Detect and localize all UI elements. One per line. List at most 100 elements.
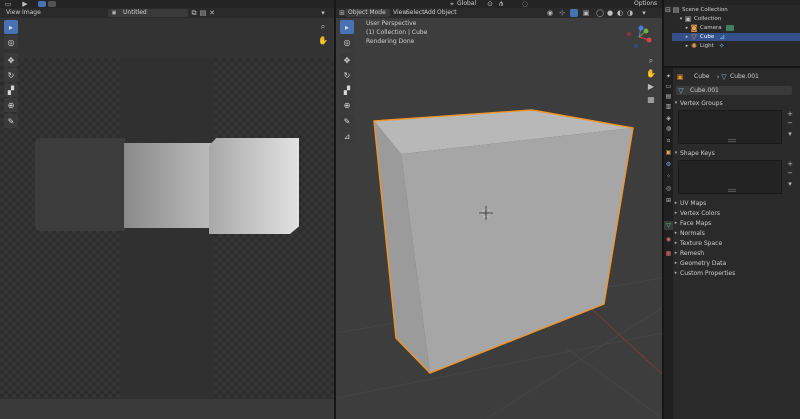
- vp-rotate-tool[interactable]: ↻: [340, 68, 354, 82]
- outliner-filter-icon[interactable]: ⊟: [664, 6, 672, 14]
- outliner-row-scene-collection[interactable]: ▤ Scene Collection: [672, 6, 800, 14]
- outliner-row-camera[interactable]: ▸ ◙ Camera: [672, 24, 800, 32]
- outliner-label: Cube: [700, 34, 715, 40]
- shading-material-icon[interactable]: ◐: [616, 9, 624, 17]
- outliner-row-collection[interactable]: ▾ ▣ Collection: [672, 15, 800, 23]
- panel-geometry-data[interactable]: ▸ Geometry Data: [672, 258, 796, 268]
- overlay-render-status: Rendering Done: [366, 38, 415, 45]
- viewport-menu-add[interactable]: Add: [424, 9, 436, 17]
- panel-remesh[interactable]: ▸ Remesh: [672, 248, 796, 258]
- vp-pan-icon[interactable]: ✋: [646, 68, 656, 78]
- shape-key-specials-icon[interactable]: ▾: [785, 180, 795, 188]
- vp-move-tool[interactable]: ✥: [340, 53, 354, 67]
- gizmo-icon[interactable]: ⊹: [558, 9, 566, 17]
- panel-normals[interactable]: ▸ Normals: [672, 228, 796, 238]
- editor-type-icon[interactable]: ▭: [3, 0, 13, 8]
- datablock-name: Cube.001: [690, 87, 719, 94]
- options-button[interactable]: Options: [634, 0, 657, 8]
- folder-icon[interactable]: ▤: [199, 9, 207, 17]
- overlay-perspective: User Perspective: [366, 20, 417, 27]
- pan-hand-icon[interactable]: ✋: [318, 35, 328, 45]
- proportional-edit-icon[interactable]: ◌: [521, 0, 529, 8]
- mode-button-2[interactable]: [48, 1, 56, 7]
- panel-uv-maps[interactable]: ▸ UV Maps: [672, 198, 796, 208]
- cursor-tool[interactable]: ◎: [4, 35, 18, 49]
- modifier-tab-icon[interactable]: ⚙: [664, 160, 673, 169]
- pin-icon[interactable]: ✕: [208, 9, 216, 17]
- panel-texture-space[interactable]: ▸ Texture Space: [672, 238, 796, 248]
- shading-wireframe-icon[interactable]: ◯: [596, 9, 604, 17]
- panel-vertex-colors[interactable]: ▸ Vertex Colors: [672, 208, 796, 218]
- rotate-tool[interactable]: ↻: [4, 68, 18, 82]
- vp-camera-view-icon[interactable]: ▶: [646, 81, 656, 91]
- play-icon[interactable]: ▶: [20, 0, 30, 8]
- snap-icon[interactable]: ⋔: [497, 0, 505, 8]
- image-editor-bottom-bar: [0, 399, 334, 419]
- zoom-icon[interactable]: ⌕: [318, 22, 328, 32]
- panel-expand-icon: ▸: [674, 220, 678, 226]
- annotate-tool[interactable]: ✎: [4, 114, 18, 128]
- world-tab-icon[interactable]: ◍: [664, 124, 673, 133]
- transform-orientation[interactable]: Global: [457, 0, 476, 8]
- tool-tab-icon[interactable]: ✦: [664, 72, 673, 81]
- viewport-scene: [336, 109, 662, 419]
- panel-collapse-icon: ▾: [674, 100, 678, 106]
- mode-button[interactable]: [38, 1, 46, 7]
- cube-front-face: [401, 128, 633, 373]
- viewport-menu-object[interactable]: Object: [437, 9, 457, 17]
- physics-tab-icon[interactable]: ◎: [664, 184, 673, 193]
- vp-measure-tool[interactable]: ⊿: [340, 129, 354, 143]
- transform-tool[interactable]: ⊕: [4, 98, 18, 112]
- image-browse-field[interactable]: ▣ Untitled: [108, 9, 188, 17]
- panel-custom-properties[interactable]: ▸ Custom Properties: [672, 268, 796, 278]
- add-vertex-group-icon[interactable]: +: [785, 110, 795, 118]
- particles-tab-icon[interactable]: ⁘: [664, 172, 673, 181]
- remove-vertex-group-icon[interactable]: −: [785, 119, 795, 127]
- vp-zoom-icon[interactable]: ⌕: [646, 56, 656, 66]
- vp-transform-tool[interactable]: ⊕: [340, 98, 354, 112]
- outliner-row-light[interactable]: ▸ ✺ Light ✧: [672, 42, 800, 50]
- list-resize-grip[interactable]: [728, 139, 736, 142]
- vp-scale-tool[interactable]: ▞: [340, 83, 354, 97]
- vp-cursor-tool[interactable]: ◎: [340, 35, 354, 49]
- outliner-label: Light: [700, 43, 714, 49]
- viewport-menu-select[interactable]: Select: [406, 9, 425, 17]
- vp-ortho-icon[interactable]: ▦: [646, 94, 656, 104]
- object-mode-dropdown[interactable]: Object Mode: [345, 9, 390, 17]
- mesh-icon: ▽: [691, 33, 697, 41]
- panel-title: Face Maps: [680, 219, 712, 227]
- collection-tab-icon[interactable]: ▫: [664, 136, 673, 145]
- menu-view[interactable]: View: [6, 9, 20, 17]
- datablock-selector[interactable]: ▽ Cube.001: [676, 86, 792, 95]
- panel-face-maps[interactable]: ▸ Face Maps: [672, 218, 796, 228]
- move-tool[interactable]: ✥: [4, 53, 18, 67]
- panel-vertex-groups-header[interactable]: ▾ Vertex Groups: [672, 98, 796, 108]
- vertex-group-specials-icon[interactable]: ▾: [785, 130, 795, 138]
- render-tab-icon[interactable]: ▭: [664, 82, 673, 91]
- list-resize-grip[interactable]: [728, 189, 736, 192]
- view-icon[interactable]: ▾: [318, 9, 328, 17]
- new-image-icon[interactable]: ⧉: [190, 9, 198, 17]
- outliner-row-cube[interactable]: ▸ ▽ Cube ⊿: [672, 33, 800, 41]
- shading-solid-icon[interactable]: ●: [606, 9, 614, 17]
- panel-title: Normals: [680, 229, 705, 237]
- overlay-button[interactable]: [570, 9, 578, 17]
- scale-tool[interactable]: ▞: [4, 83, 18, 97]
- vp-select-tool[interactable]: ▸: [340, 20, 354, 34]
- mesh-data-icon: ▽: [721, 73, 727, 81]
- remove-shape-key-icon[interactable]: −: [785, 169, 795, 177]
- light-data-icon: ✧: [718, 42, 725, 50]
- panel-shape-keys-header[interactable]: ▾ Shape Keys: [672, 148, 796, 158]
- shading-dropdown-icon[interactable]: ▾: [640, 9, 648, 17]
- navigation-gizmo[interactable]: [624, 22, 654, 52]
- xray-icon[interactable]: ▣: [582, 9, 590, 17]
- grid-line: [565, 347, 662, 419]
- select-tool[interactable]: ▸: [4, 20, 18, 34]
- add-shape-key-icon[interactable]: +: [785, 160, 795, 168]
- menu-image[interactable]: Image: [22, 9, 41, 17]
- vp-annotate-tool[interactable]: ✎: [340, 114, 354, 128]
- scene-tab-icon[interactable]: ◈: [664, 114, 673, 123]
- shading-rendered-icon[interactable]: ◑: [626, 9, 634, 17]
- visibility-icon[interactable]: ◉: [546, 9, 554, 17]
- pivot-icon[interactable]: ⊙: [486, 0, 494, 8]
